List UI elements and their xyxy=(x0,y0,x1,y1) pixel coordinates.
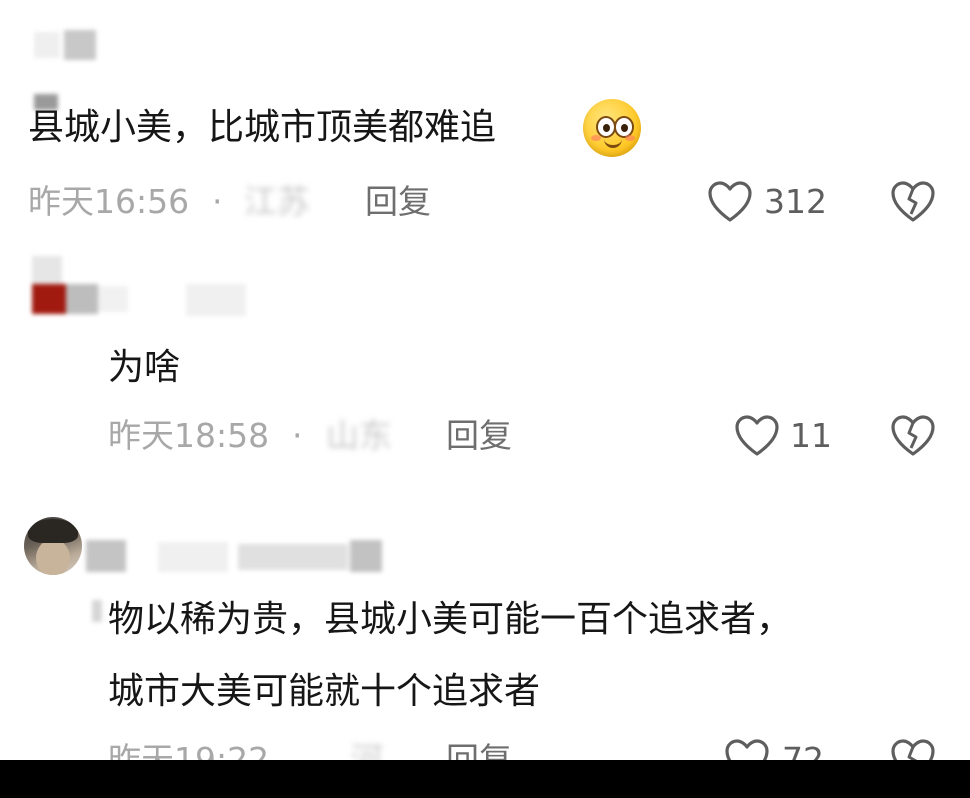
comment-location: 山东 xyxy=(326,416,392,455)
redacted-fragment xyxy=(92,600,102,622)
reply-button[interactable]: 回复 xyxy=(365,182,431,222)
comment-text: 为啥 xyxy=(108,347,181,388)
redacted-username-1 xyxy=(34,30,96,62)
comment-timestamp: 昨天16:56 xyxy=(28,182,190,221)
broken-heart-icon[interactable] xyxy=(890,180,936,224)
comment-timestamp: 昨天18:58 xyxy=(108,416,270,455)
redacted-avatar-2 xyxy=(30,256,130,316)
broken-heart-icon[interactable] xyxy=(890,414,936,458)
heart-outline-icon[interactable] xyxy=(707,180,753,224)
comment-text-line-1: 物以稀为贵，县城小美可能一百个追求者， xyxy=(108,599,793,640)
bottom-overlay-bar xyxy=(0,760,970,798)
like-count: 11 xyxy=(790,416,832,455)
avatar[interactable] xyxy=(24,517,82,575)
heart-outline-icon[interactable] xyxy=(734,414,780,458)
comment-location: 江苏 xyxy=(244,182,310,221)
meta-separator: · xyxy=(292,416,303,455)
redacted-username-3 xyxy=(86,540,386,574)
redacted-username-2 xyxy=(186,284,246,316)
like-count: 312 xyxy=(764,182,827,221)
meta-separator: · xyxy=(212,182,223,221)
comment-text: 县城小美，比城市顶美都难追 xyxy=(28,107,497,148)
reply-button[interactable]: 回复 xyxy=(446,416,512,456)
smiley-emoji-icon xyxy=(583,99,641,157)
comment-text-line-2: 城市大美可能就十个追求者 xyxy=(108,671,541,712)
